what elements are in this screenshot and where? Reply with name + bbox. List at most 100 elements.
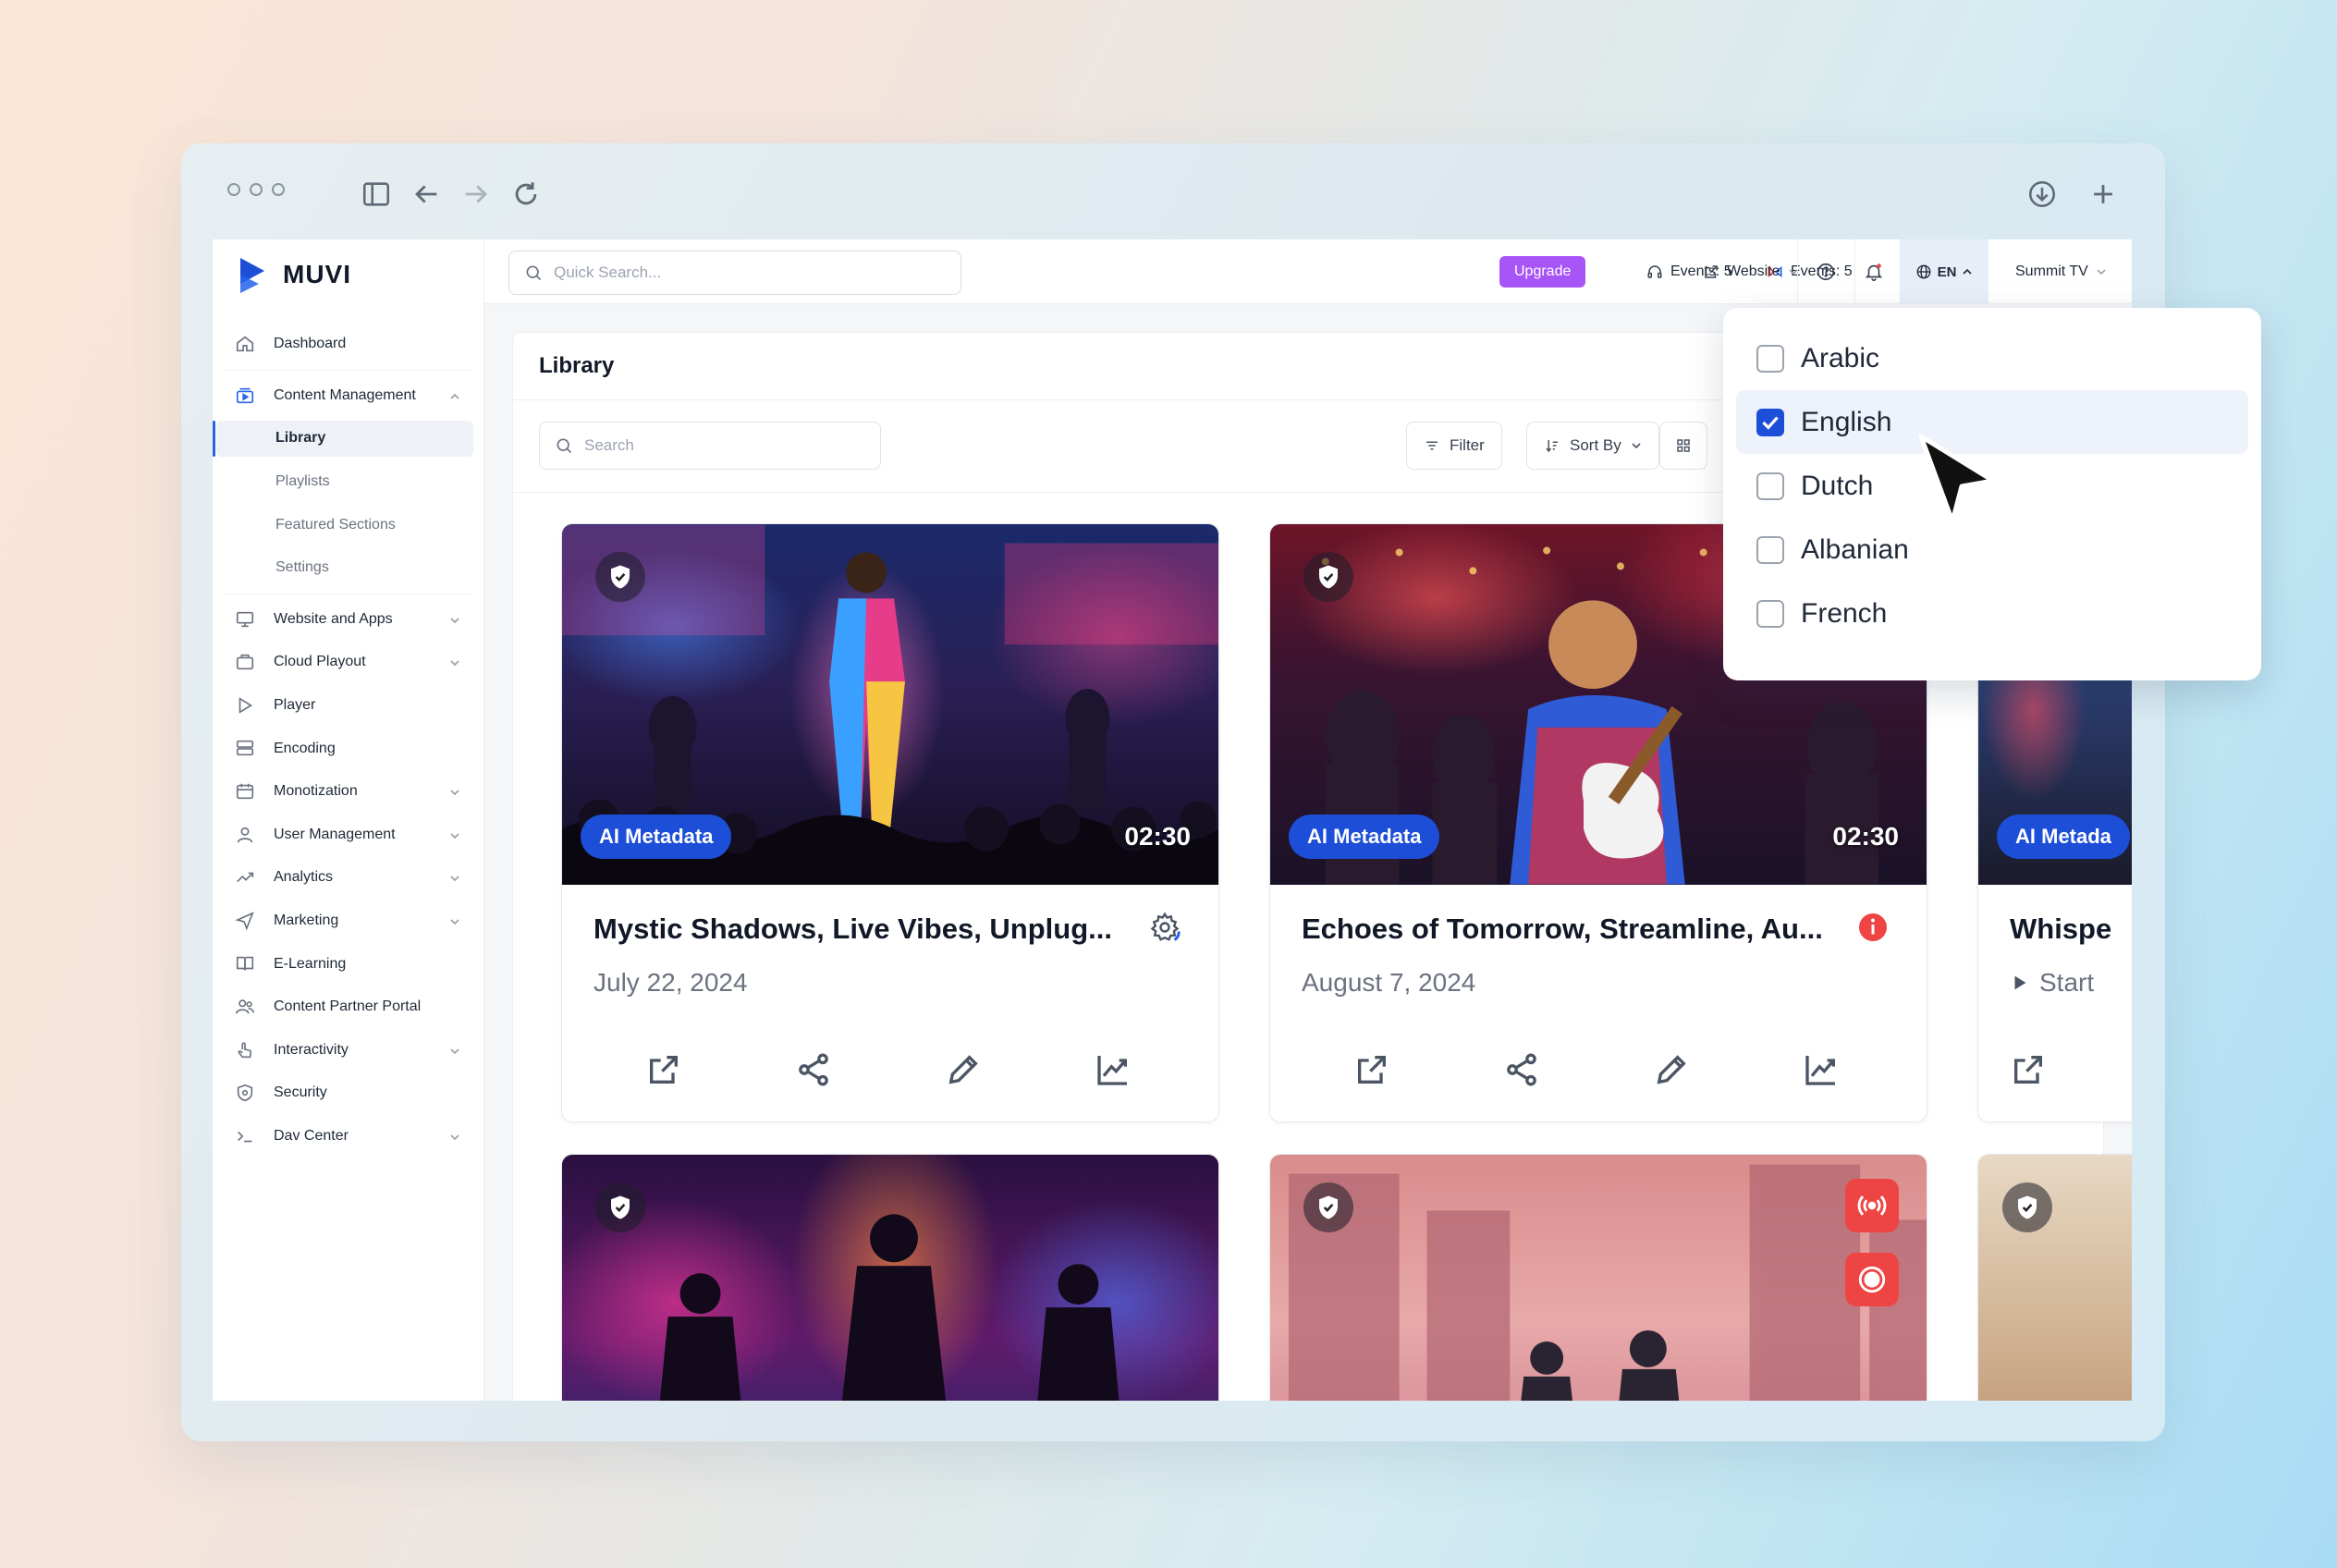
account-dropdown[interactable]: Summit TV <box>2015 256 2107 288</box>
content-card[interactable] <box>561 1154 1219 1401</box>
download-icon[interactable] <box>2026 178 2058 210</box>
sidebar-item-security[interactable]: Security <box>213 1072 484 1115</box>
marketing-icon <box>235 911 255 931</box>
chevron-down-icon <box>449 614 460 625</box>
card-thumbnail[interactable] <box>1270 1155 1927 1401</box>
language-selector[interactable]: EN <box>1900 239 1988 304</box>
sidebar-subitem-playlists[interactable]: Playlists <box>213 460 484 504</box>
card-thumbnail[interactable] <box>562 1155 1218 1401</box>
share-icon[interactable] <box>795 1051 832 1088</box>
record-icon[interactable] <box>1845 1253 1899 1306</box>
ai-metadata-badge[interactable]: AI Metadata <box>581 815 732 859</box>
content-icon <box>235 386 255 406</box>
sort-icon <box>1546 440 1558 453</box>
language-option-label: English <box>1801 406 1892 437</box>
sidebar-item-dav-center[interactable]: Dav Center <box>213 1115 484 1158</box>
content-card[interactable]: AI Metadata 02:30 Mystic Shadows, Live V… <box>561 523 1219 1122</box>
checkbox-checked[interactable] <box>1756 409 1784 436</box>
ai-metadata-badge[interactable]: AI Metadata <box>1289 815 1440 859</box>
sidebar-item-content-management[interactable]: Content Management <box>213 374 484 418</box>
sidebar-item-label: Analytics <box>274 869 334 886</box>
sort-by-button[interactable]: Sort By <box>1526 422 1659 470</box>
rock-band-illustration <box>659 1214 1120 1401</box>
brand-logo[interactable]: MUVI <box>237 254 351 295</box>
card-thumbnail[interactable] <box>1978 1155 2132 1401</box>
content-card[interactable] <box>1977 1154 2132 1401</box>
share-icon[interactable] <box>1503 1051 1540 1088</box>
sidebar-item-player[interactable]: Player <box>213 684 484 728</box>
start-button[interactable]: Start <box>2010 968 2094 998</box>
sidebar-item-interactivity[interactable]: Interactivity <box>213 1029 484 1072</box>
reload-icon[interactable] <box>510 178 542 210</box>
ai-metadata-badge[interactable]: AI Metada <box>1997 815 2130 859</box>
help-button[interactable] <box>1816 256 1836 288</box>
open-external-icon[interactable] <box>1353 1051 1390 1088</box>
live-broadcast-icon[interactable] <box>1845 1179 1899 1232</box>
back-arrow-icon[interactable] <box>410 178 442 210</box>
filter-label: Filter <box>1450 436 1485 454</box>
sidebar-item-label: Interactivity <box>274 1041 349 1058</box>
play-icon <box>235 695 255 716</box>
sidebar-item-label: Player <box>274 697 316 714</box>
filter-button[interactable]: Filter <box>1406 422 1502 470</box>
checkbox[interactable] <box>1756 345 1784 373</box>
terminal-icon <box>235 1126 255 1146</box>
sidebar-item-label: Security <box>274 1084 327 1101</box>
sidebar-subitem-featured-sections[interactable]: Featured Sections <box>213 503 484 546</box>
open-external-icon[interactable] <box>645 1051 682 1088</box>
chevron-down-icon <box>449 786 460 797</box>
language-option-arabic[interactable]: Arabic <box>1736 326 2248 390</box>
quick-search-input[interactable]: Quick Search... <box>508 251 961 295</box>
card-date: July 22, 2024 <box>593 968 748 997</box>
sidebar-item-marketing[interactable]: Marketing <box>213 900 484 943</box>
sidebar-item-analytics[interactable]: Analytics <box>213 856 484 900</box>
checkbox[interactable] <box>1756 600 1784 628</box>
language-option-french[interactable]: French <box>1736 582 2248 645</box>
analytics-chart-icon[interactable] <box>1803 1051 1840 1088</box>
sidebar-item-website-and-apps[interactable]: Website and Apps <box>213 598 484 642</box>
language-option-label: Dutch <box>1801 470 1874 501</box>
edit-pencil-icon[interactable] <box>945 1051 982 1088</box>
sidebar-item-label: Content Partner Portal <box>274 998 422 1015</box>
card-title[interactable]: Mystic Shadows, Live Vibes, Unplug... <box>593 913 1112 946</box>
checkbox[interactable] <box>1756 472 1784 500</box>
notifications-button[interactable] <box>1864 256 1884 288</box>
sidebar-subitem-settings[interactable]: Settings <box>213 546 484 590</box>
card-title[interactable]: Echoes of Tomorrow, Streamline, Au... <box>1302 913 1823 946</box>
window-controls[interactable] <box>227 183 285 196</box>
globe-icon <box>1916 264 1931 279</box>
sidebar-item-e-learning[interactable]: E-Learning <box>213 942 484 986</box>
card-title[interactable]: Whispe <box>2010 913 2111 946</box>
info-icon[interactable] <box>1856 911 1890 944</box>
sidebar-item-dashboard[interactable]: Dashboard <box>213 323 484 366</box>
sidebar-item-encoding[interactable]: Encoding <box>213 727 484 770</box>
partner-icon <box>235 997 255 1017</box>
account-label: Summit TV <box>2015 263 2088 279</box>
analytics-chart-icon[interactable] <box>1095 1051 1132 1088</box>
open-external-icon[interactable] <box>2010 1051 2047 1088</box>
start-label: Start <box>2039 968 2095 997</box>
sidebar-toggle-icon[interactable] <box>361 178 392 210</box>
sort-by-label: Sort By <box>1570 436 1621 454</box>
gear-icon[interactable] <box>1148 911 1181 944</box>
card-thumbnail[interactable]: AI Metadata 02:30 <box>562 524 1218 885</box>
playout-icon <box>235 652 255 672</box>
content-card[interactable] <box>1269 1154 1927 1401</box>
sidebar-item-content-partner-portal[interactable]: Content Partner Portal <box>213 986 484 1029</box>
chevron-down-icon <box>449 872 460 883</box>
upgrade-button[interactable]: Upgrade <box>1499 256 1586 288</box>
sidebar-item-user-management[interactable]: User Management <box>213 814 484 857</box>
website-dropdown[interactable]: Website <box>1703 256 1799 288</box>
new-tab-icon[interactable] <box>2087 178 2119 210</box>
sidebar-subitem-library[interactable]: Library <box>213 417 484 460</box>
grid-view-button[interactable] <box>1659 422 1707 470</box>
filter-icon <box>1426 441 1438 450</box>
sidebar-item-cloud-playout[interactable]: Cloud Playout <box>213 641 484 684</box>
sidebar-item-label: Website and Apps <box>274 610 393 627</box>
sidebar-item-monotization[interactable]: Monotization <box>213 770 484 814</box>
library-search-input[interactable]: Search <box>539 422 881 470</box>
checkbox[interactable] <box>1756 536 1784 564</box>
chevron-down-icon <box>449 915 460 926</box>
edit-pencil-icon[interactable] <box>1653 1051 1690 1088</box>
forward-arrow-icon[interactable] <box>460 178 492 210</box>
